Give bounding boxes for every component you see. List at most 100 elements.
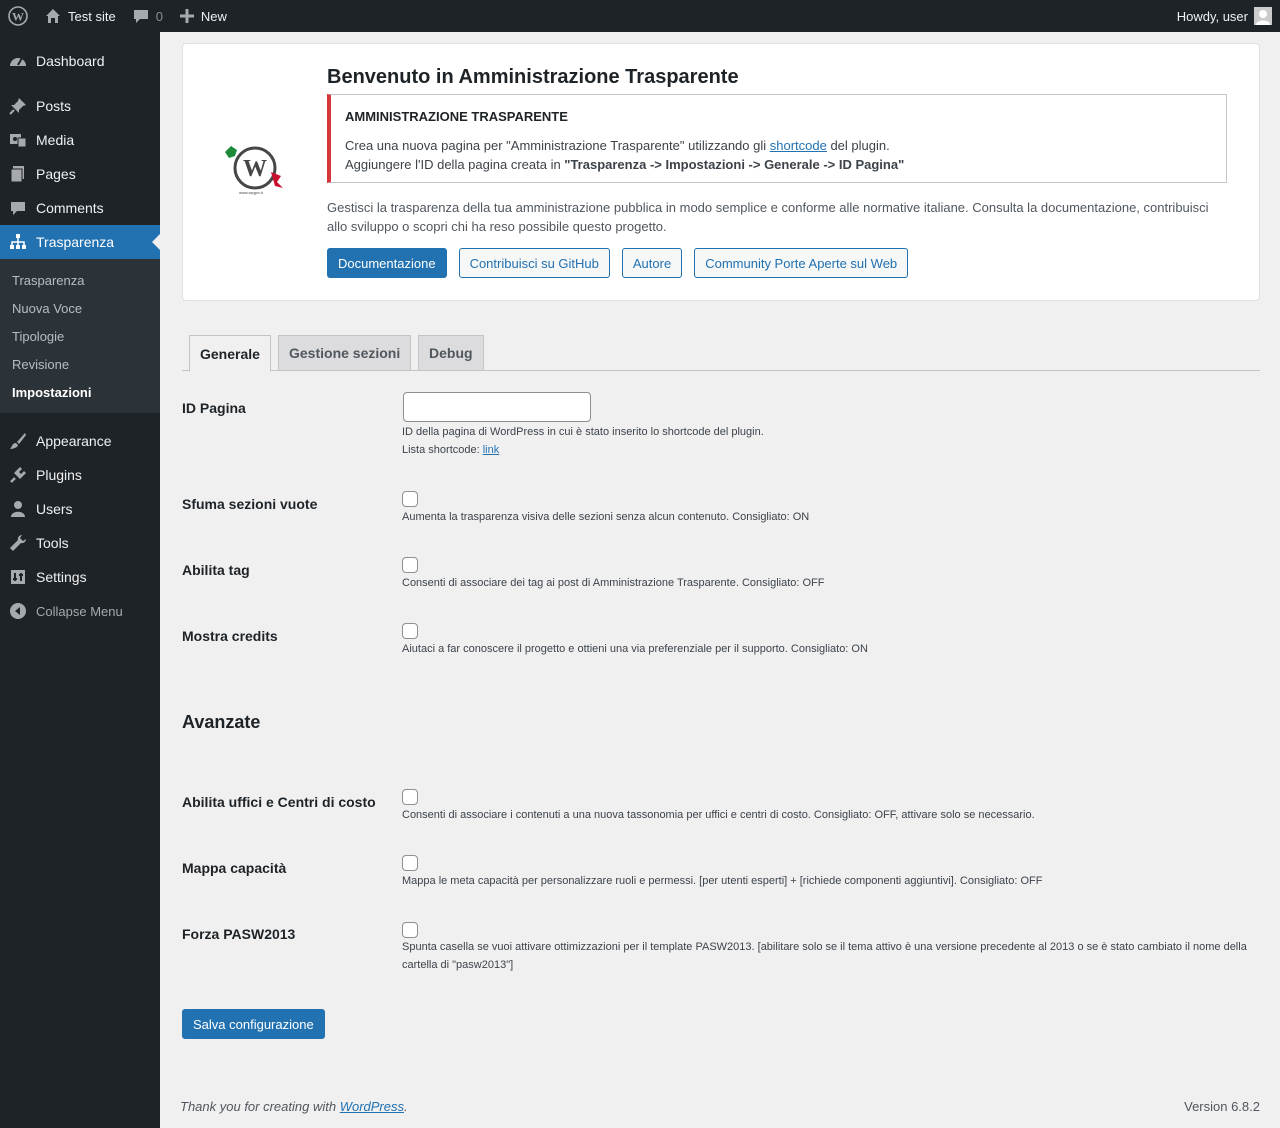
- notice-box: AMMINISTRAZIONE TRASPARENTE Crea una nuo…: [327, 94, 1227, 183]
- menu-label: Trasparenza: [36, 234, 115, 250]
- help-text-pre: Lista shortcode:: [402, 444, 483, 456]
- dashboard-icon: [0, 52, 36, 70]
- credits-checkbox[interactable]: [402, 623, 418, 639]
- pages-icon: [0, 165, 36, 183]
- submenu-nuova-voce[interactable]: Nuova Voce: [0, 294, 160, 322]
- notice-text: del plugin.: [826, 138, 890, 153]
- welcome-title: Benvenuto in Amministrazione Trasparente: [327, 66, 739, 88]
- notice-text: Crea una nuova pagina per "Amministrazio…: [345, 138, 770, 153]
- wordpress-link[interactable]: WordPress: [340, 1099, 404, 1114]
- menu-label: Dashboard: [36, 53, 105, 69]
- tab-debug[interactable]: Debug: [418, 335, 484, 371]
- submenu-revisione[interactable]: Revisione: [0, 350, 160, 378]
- field-label: Abilita tag: [182, 562, 250, 578]
- field-label: Forza PASW2013: [182, 926, 296, 942]
- notice-path: "Trasparenza -> Impostazioni -> Generale…: [564, 157, 905, 172]
- notice-line-1: Crea una nuova pagina per "Amministrazio…: [345, 136, 1212, 155]
- plus-icon: [179, 8, 195, 24]
- menu-label: Tools: [36, 535, 69, 551]
- my-account-link[interactable]: Howdy, user: [1169, 0, 1280, 32]
- settings-tabs: Generale Gestione sezioni Debug: [182, 335, 1260, 372]
- collapse-label: Collapse Menu: [36, 603, 123, 619]
- field-label: Mappa capacità: [182, 860, 287, 876]
- footer-version: Version 6.8.2: [1184, 1099, 1260, 1114]
- field-help: Mappa le meta capacità per personalizzar…: [402, 875, 1043, 887]
- menu-label: Posts: [36, 98, 72, 114]
- sitemap-icon: [0, 233, 36, 251]
- tab-gestione-sezioni[interactable]: Gestione sezioni: [278, 335, 412, 371]
- menu-dashboard[interactable]: Dashboard: [0, 44, 160, 78]
- wordpress-logo-icon[interactable]: W: [0, 0, 36, 32]
- trasparenza-submenu: Trasparenza Nuova Voce Tipologie Revisio…: [0, 259, 160, 413]
- notice-text: Aggiungere l'ID della pagina creata in: [345, 157, 565, 172]
- mappa-checkbox[interactable]: [402, 855, 418, 871]
- field-help: Aiutaci a far conoscere il progetto e ot…: [402, 643, 868, 655]
- media-icon: [0, 131, 36, 149]
- welcome-description: Gestisci la trasparenza della tua ammini…: [327, 200, 1209, 234]
- site-name-link[interactable]: Test site: [36, 0, 124, 32]
- collapse-menu-button[interactable]: Collapse Menu: [0, 594, 160, 628]
- footer-text: Thank you for creating with: [180, 1099, 340, 1114]
- menu-media[interactable]: Media: [0, 123, 160, 157]
- menu-settings[interactable]: Settings: [0, 560, 160, 594]
- menu-tools[interactable]: Tools: [0, 526, 160, 560]
- menu-label: Comments: [36, 200, 104, 216]
- new-label: New: [200, 8, 227, 24]
- autore-button[interactable]: Autore: [621, 248, 683, 278]
- site-name: Test site: [68, 8, 116, 24]
- menu-posts[interactable]: Posts: [0, 89, 160, 123]
- comments-icon: [0, 199, 36, 217]
- menu-appearance[interactable]: Appearance: [0, 424, 160, 458]
- field-help: Consenti di associare i contenuti a una …: [402, 809, 1035, 821]
- comments-count: 0: [155, 8, 163, 24]
- pasw-checkbox[interactable]: [402, 922, 418, 938]
- field-label: ID Pagina: [182, 400, 246, 416]
- welcome-panel: W www.wpgov.it Benvenuto in Amministrazi…: [182, 43, 1260, 301]
- field-label: Mostra credits: [182, 628, 278, 644]
- svg-text:www.wpgov.it: www.wpgov.it: [239, 190, 264, 195]
- comments-link[interactable]: 0: [124, 0, 171, 32]
- new-content-link[interactable]: New: [171, 0, 235, 32]
- uffici-checkbox[interactable]: [402, 789, 418, 805]
- submenu-tipologie[interactable]: Tipologie: [0, 322, 160, 350]
- footer-text: .: [404, 1099, 408, 1114]
- help-text: ID della pagina di WordPress in cui è st…: [402, 426, 764, 438]
- help-text: Lista shortcode: link: [402, 441, 1252, 459]
- notice-title: AMMINISTRAZIONE TRASPARENTE: [345, 109, 568, 124]
- submenu-trasparenza[interactable]: Trasparenza: [0, 266, 160, 294]
- menu-label: Media: [36, 132, 75, 148]
- shortcode-link[interactable]: shortcode: [770, 138, 827, 153]
- plugin-logo-icon: W www.wpgov.it: [221, 142, 291, 198]
- comment-bubble-icon: [132, 7, 150, 25]
- admin-bar: W Test site 0 New Howdy, user: [0, 0, 1280, 32]
- menu-label: Settings: [36, 569, 87, 585]
- shortcode-list-link[interactable]: link: [483, 444, 500, 456]
- sfuma-checkbox[interactable]: [402, 491, 418, 507]
- menu-comments[interactable]: Comments: [0, 191, 160, 225]
- menu-label: Appearance: [36, 433, 112, 449]
- save-button[interactable]: Salva configurazione: [182, 1009, 325, 1039]
- community-button[interactable]: Community Porte Aperte sul Web: [694, 248, 909, 278]
- menu-label: Users: [36, 501, 73, 517]
- plugin-icon: [0, 466, 36, 484]
- tab-generale[interactable]: Generale: [189, 335, 271, 372]
- menu-label: Pages: [36, 166, 76, 182]
- footer-thanks: Thank you for creating with WordPress.: [180, 1099, 408, 1114]
- menu-users[interactable]: Users: [0, 492, 160, 526]
- submenu-impostazioni[interactable]: Impostazioni: [0, 378, 160, 406]
- github-button[interactable]: Contribuisci su GitHub: [458, 248, 610, 278]
- admin-sidebar: Dashboard Posts Media Pages Comments Tra…: [0, 32, 160, 1128]
- id-pagina-input[interactable]: [403, 392, 591, 422]
- pin-icon: [0, 97, 36, 115]
- svg-text:W: W: [243, 156, 267, 182]
- menu-pages[interactable]: Pages: [0, 157, 160, 191]
- wrench-icon: [0, 534, 36, 552]
- menu-plugins[interactable]: Plugins: [0, 458, 160, 492]
- menu-trasparenza[interactable]: Trasparenza: [0, 225, 160, 259]
- documentazione-button[interactable]: Documentazione: [327, 248, 447, 278]
- field-help: ID della pagina di WordPress in cui è st…: [402, 423, 1252, 459]
- home-icon: [44, 7, 62, 25]
- settings-icon: [0, 568, 36, 586]
- tag-checkbox[interactable]: [402, 557, 418, 573]
- svg-text:W: W: [12, 10, 24, 24]
